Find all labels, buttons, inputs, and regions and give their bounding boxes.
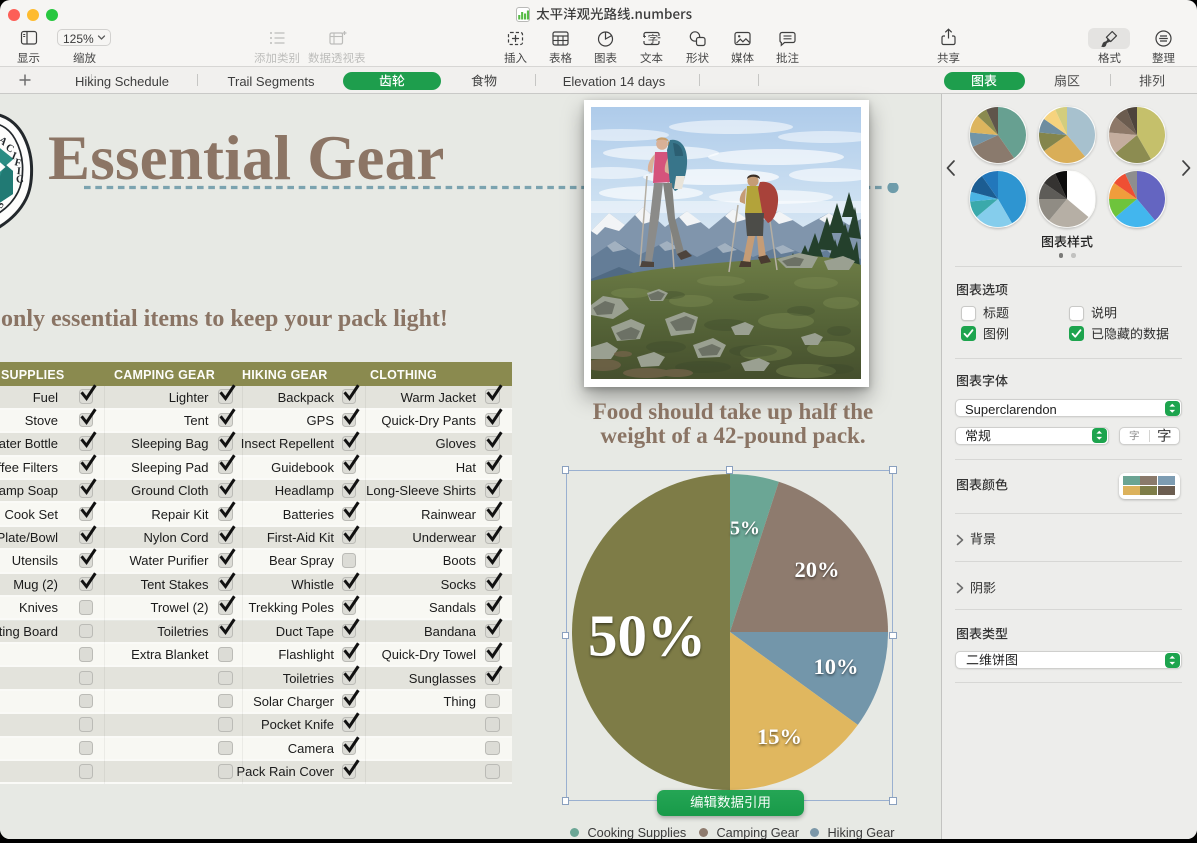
- svg-text:C: C: [15, 174, 24, 186]
